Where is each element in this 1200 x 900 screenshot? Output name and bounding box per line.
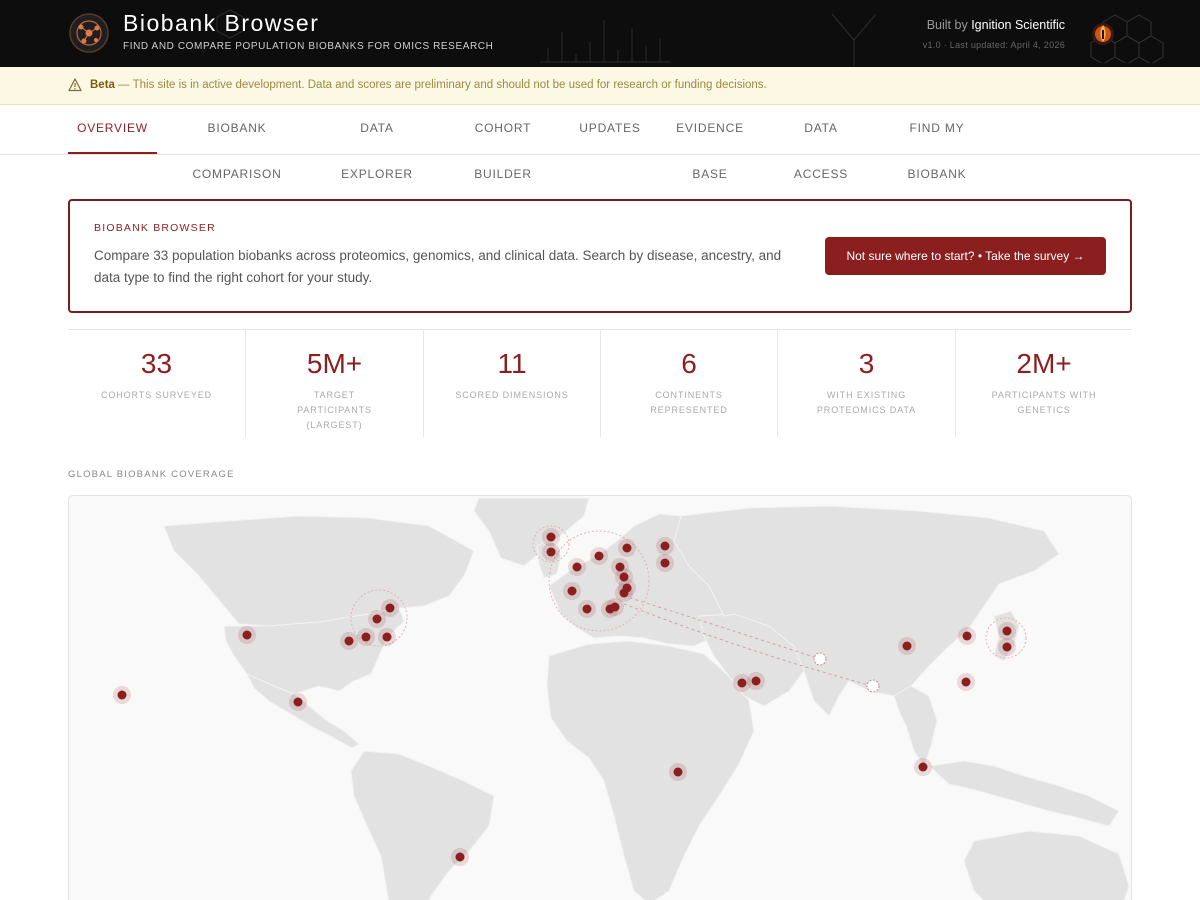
marker-italy-2[interactable] bbox=[606, 598, 624, 616]
marker-us-east[interactable] bbox=[378, 628, 396, 646]
marker-pakistan-planned[interactable] bbox=[813, 652, 827, 666]
site-subtitle: FIND AND COMPARE POPULATION BIOBANKS FOR… bbox=[123, 41, 494, 52]
land-africa bbox=[546, 640, 755, 900]
stat-label: TARGET PARTICIPANTS (LARGEST) bbox=[297, 390, 372, 430]
marker-uk-2[interactable] bbox=[563, 582, 581, 600]
stat-label: WITH EXISTING PROTEOMICS DATA bbox=[816, 390, 917, 415]
marker-us-west[interactable] bbox=[238, 626, 256, 644]
marker-sweden[interactable] bbox=[618, 539, 636, 557]
land-south-america bbox=[350, 750, 495, 900]
stat-value: 11 bbox=[497, 348, 527, 379]
tab-data-explorer[interactable]: DATA EXPLORER bbox=[325, 105, 429, 181]
marker-spain[interactable] bbox=[578, 600, 596, 618]
tab-overview[interactable]: OVERVIEW bbox=[68, 105, 157, 154]
stat-label: PARTICIPANTS WITH GENETICS bbox=[991, 390, 1097, 415]
marker-finland[interactable] bbox=[656, 537, 674, 555]
marker-uae[interactable] bbox=[747, 672, 765, 690]
beta-banner: Beta — This site is in active developmen… bbox=[0, 67, 1200, 105]
built-by-prefix: Built by bbox=[926, 18, 968, 32]
tab-cohort-builder[interactable]: COHORT BUILDER bbox=[445, 105, 561, 181]
stats-row: 33 COHORTS SURVEYED 5M+ TARGET PARTICIPA… bbox=[68, 329, 1132, 437]
warning-icon bbox=[68, 78, 82, 92]
survey-button[interactable]: Not sure where to start? • Take the surv… bbox=[825, 237, 1106, 275]
stat-value: 33 bbox=[140, 348, 173, 379]
stat-label: CONTINENTS REPRESENTED bbox=[650, 390, 728, 415]
site-title: Biobank Browser bbox=[123, 10, 320, 36]
built-by-link[interactable]: Ignition Scientific bbox=[971, 18, 1065, 32]
world-map-canvas[interactable] bbox=[69, 496, 1132, 900]
intro-card: BIOBANK BROWSER Compare 33 population bi… bbox=[68, 199, 1132, 313]
land-greenland bbox=[473, 497, 590, 567]
marker-us-central[interactable] bbox=[357, 628, 375, 646]
marker-korea[interactable] bbox=[958, 627, 976, 645]
intro-eyebrow: BIOBANK BROWSER bbox=[94, 222, 216, 234]
marker-us-midwest[interactable] bbox=[340, 632, 358, 650]
stat-target-participants: 5M+ TARGET PARTICIPANTS (LARGEST) bbox=[245, 330, 423, 437]
marker-india-planned[interactable] bbox=[866, 679, 880, 693]
marker-uganda[interactable] bbox=[669, 763, 687, 781]
marker-uk-1[interactable] bbox=[568, 558, 586, 576]
marker-japan-1[interactable] bbox=[998, 622, 1016, 640]
tab-data-access[interactable]: DATA ACCESS bbox=[777, 105, 865, 181]
land-indonesia bbox=[927, 760, 1120, 827]
marker-taiwan[interactable] bbox=[957, 673, 975, 691]
beta-label: Beta bbox=[90, 79, 115, 91]
land-southeast-asia bbox=[893, 685, 938, 768]
site-header: Biobank Browser FIND AND COMPARE POPULAT… bbox=[0, 0, 1200, 67]
tab-evidence-base[interactable]: EVIDENCE BASE bbox=[659, 105, 761, 181]
marker-hawaii[interactable] bbox=[113, 686, 131, 704]
stat-scored-dimensions: 11 SCORED DIMENSIONS bbox=[423, 330, 600, 437]
ignition-logo-icon[interactable] bbox=[1085, 8, 1170, 63]
marker-iceland-2[interactable] bbox=[542, 543, 560, 561]
beta-message: Beta — This site is in active developmen… bbox=[90, 79, 767, 91]
biobank-logo[interactable] bbox=[68, 12, 110, 54]
tab-updates[interactable]: UPDATES bbox=[577, 105, 643, 154]
stat-cohorts: 33 COHORTS SURVEYED bbox=[68, 330, 245, 437]
land-north-america-north bbox=[163, 515, 475, 627]
marker-us-northeast-2[interactable] bbox=[381, 599, 399, 617]
stat-value: 5M+ bbox=[306, 348, 363, 379]
marker-norway[interactable] bbox=[590, 547, 608, 565]
marker-japan-2[interactable] bbox=[998, 638, 1016, 656]
marker-mexico[interactable] bbox=[289, 693, 307, 711]
main-nav: OVERVIEW BIOBANK COMPARISON DATA EXPLORE… bbox=[0, 105, 1200, 181]
stat-value: 3 bbox=[858, 348, 875, 379]
stat-label: SCORED DIMENSIONS bbox=[455, 390, 569, 400]
land-masses bbox=[163, 497, 1130, 900]
stat-label: COHORTS SURVEYED bbox=[100, 390, 213, 400]
map-section-label: GLOBAL BIOBANK COVERAGE bbox=[68, 469, 235, 480]
world-map[interactable] bbox=[68, 495, 1132, 900]
stat-genetics: 2M+ PARTICIPANTS WITH GENETICS bbox=[955, 330, 1132, 437]
marker-singapore[interactable] bbox=[914, 758, 932, 776]
beta-text: — This site is in active development. Da… bbox=[114, 79, 767, 91]
stat-continents: 6 CONTINENTS REPRESENTED bbox=[600, 330, 777, 437]
marker-china[interactable] bbox=[898, 637, 916, 655]
built-by: Built by Ignition Scientific bbox=[927, 18, 1065, 32]
version-info: v1.0 · Last updated: April 4, 2026 bbox=[922, 40, 1065, 50]
stat-proteomics: 3 WITH EXISTING PROTEOMICS DATA bbox=[777, 330, 955, 437]
land-australia bbox=[963, 830, 1130, 900]
stat-value: 6 bbox=[681, 348, 697, 379]
tab-find-my-biobank[interactable]: FIND MY BIOBANK bbox=[881, 105, 993, 181]
tab-biobank-comparison[interactable]: BIOBANK COMPARISON bbox=[165, 105, 309, 181]
marker-brazil[interactable] bbox=[451, 848, 469, 866]
marker-estonia[interactable] bbox=[656, 554, 674, 572]
stat-value: 2M+ bbox=[1016, 348, 1072, 379]
intro-description: Compare 33 population biobanks across pr… bbox=[94, 248, 782, 285]
